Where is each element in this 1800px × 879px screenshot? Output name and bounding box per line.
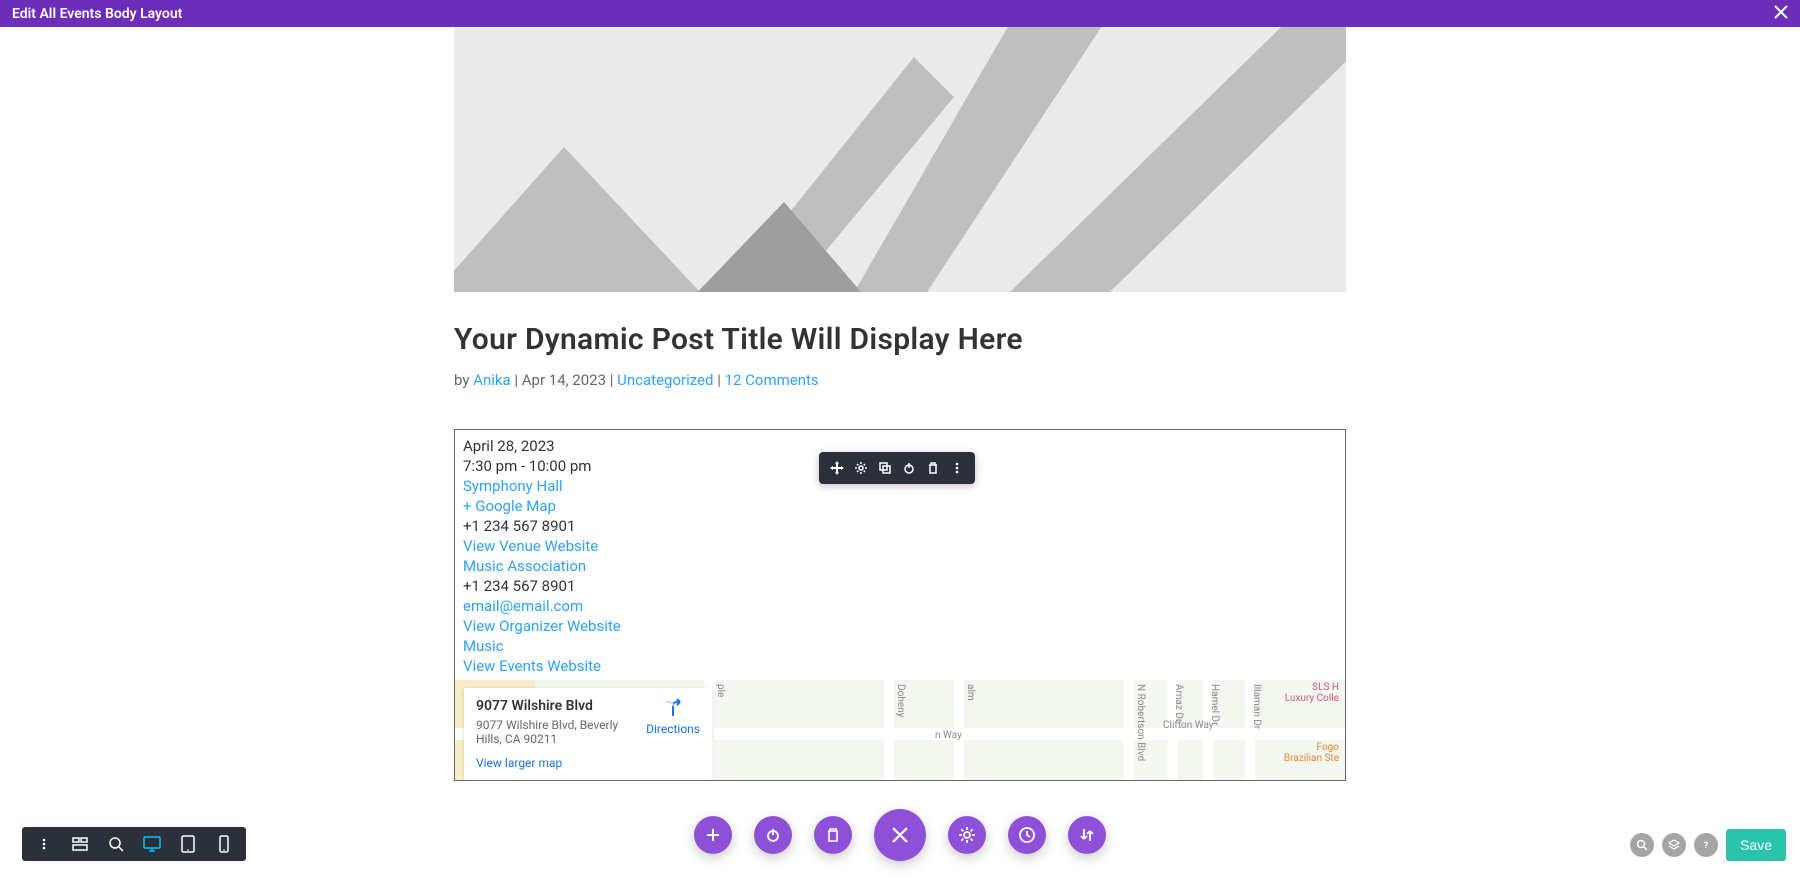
- road-label: Doheny: [895, 684, 906, 717]
- road-label: Illaman Dr: [1251, 684, 1262, 729]
- find-replace-button[interactable]: [1630, 833, 1654, 857]
- venue-phone: +1 234 567 8901: [463, 516, 1337, 536]
- meta-author-link[interactable]: Anika: [473, 371, 510, 389]
- more-vertical-icon: [37, 837, 51, 851]
- portability-button[interactable]: [1068, 816, 1106, 854]
- road-label: Arnaz Dr: [1173, 684, 1184, 722]
- map-view-larger-link[interactable]: View larger map: [476, 756, 700, 770]
- directions-icon: [663, 698, 683, 718]
- map-venue-address: 9077 Wilshire Blvd, Beverly Hills, CA 90…: [476, 718, 636, 746]
- close-button[interactable]: [1774, 3, 1788, 24]
- help-button[interactable]: ?: [1694, 833, 1718, 857]
- organizer-link[interactable]: Music Association: [463, 557, 586, 575]
- duplicate-icon: [878, 461, 892, 475]
- featured-image-placeholder: [454, 27, 1346, 292]
- module-delete-button[interactable]: [921, 456, 945, 480]
- page: Your Dynamic Post Title Will Display Her…: [0, 27, 1800, 879]
- road-label: alm: [965, 684, 976, 701]
- power-icon: [902, 461, 916, 475]
- clear-layout-button[interactable]: [814, 816, 852, 854]
- meta-comments-link[interactable]: 12 Comments: [725, 371, 819, 389]
- topbar-title: Edit All Events Body Layout: [12, 6, 1774, 22]
- organizer-phone: +1 234 567 8901: [463, 576, 1337, 596]
- module-settings-button[interactable]: [849, 456, 873, 480]
- poi-hotel: SLS HLuxury Colle: [1285, 682, 1339, 704]
- module-move-button[interactable]: [825, 456, 849, 480]
- meta-sep-3: |: [713, 371, 724, 389]
- venue-map[interactable]: Doheny alm ple N Robertson Blvd Arnaz Dr…: [455, 680, 1345, 780]
- add-section-button[interactable]: [694, 816, 732, 854]
- meta-sep-2: |: [606, 371, 617, 389]
- map-info-card: 9077 Wilshire Blvd 9077 Wilshire Blvd, B…: [464, 688, 712, 780]
- poi-restaurant: FogoBrazilian Ste: [1284, 742, 1339, 764]
- module-more-button[interactable]: [945, 456, 969, 480]
- layers-icon: [1668, 839, 1680, 851]
- more-vertical-icon: [950, 461, 964, 475]
- venue-website-link[interactable]: View Venue Website: [463, 537, 598, 555]
- import-export-icon: [1078, 826, 1096, 844]
- road-label: ple: [715, 684, 726, 697]
- gear-icon: [854, 461, 868, 475]
- close-icon: [891, 826, 909, 844]
- history-icon: [1018, 826, 1036, 844]
- desktop-view-button[interactable]: [138, 830, 166, 858]
- road-label: Clifton Way: [1163, 720, 1214, 731]
- meta-date: Apr 14, 2023: [522, 371, 606, 389]
- trash-icon: [926, 461, 940, 475]
- event-category-link[interactable]: Music: [463, 637, 504, 655]
- plus-icon: [706, 828, 720, 842]
- organizer-email-link[interactable]: email@email.com: [463, 597, 583, 615]
- search-icon: [1636, 839, 1648, 851]
- google-map-link[interactable]: + Google Map: [463, 497, 556, 515]
- load-layout-button[interactable]: [754, 816, 792, 854]
- tablet-view-button[interactable]: [174, 830, 202, 858]
- bottom-right-toolbar: ? Save: [1630, 829, 1786, 861]
- meta-by-label: by: [454, 371, 473, 389]
- tablet-icon: [181, 835, 195, 853]
- meta-category-link[interactable]: Uncategorized: [617, 371, 713, 389]
- page-settings-button[interactable]: [948, 816, 986, 854]
- event-module[interactable]: April 28, 2023 7:30 pm - 10:00 pm Sympho…: [454, 429, 1346, 781]
- map-directions-button[interactable]: Directions: [646, 698, 700, 737]
- topbar: Edit All Events Body Layout: [0, 0, 1800, 27]
- phone-icon: [219, 835, 229, 853]
- wireframe-icon: [72, 836, 88, 852]
- close-builder-button[interactable]: [874, 809, 926, 861]
- phone-view-button[interactable]: [210, 830, 238, 858]
- search-icon: [108, 836, 124, 852]
- road-label: N Robertson Blvd: [1135, 684, 1146, 761]
- map-directions-label: Directions: [646, 722, 700, 736]
- builder-toolbar: [22, 827, 246, 861]
- history-button[interactable]: [1008, 816, 1046, 854]
- zoom-button[interactable]: [102, 830, 130, 858]
- stage: Your Dynamic Post Title Will Display Her…: [454, 27, 1346, 781]
- help-icon: ?: [1700, 839, 1712, 851]
- post-title: Your Dynamic Post Title Will Display Her…: [454, 322, 1346, 357]
- gear-icon: [958, 826, 976, 844]
- desktop-icon: [143, 835, 161, 853]
- wireframe-view-button[interactable]: [66, 830, 94, 858]
- save-button[interactable]: Save: [1726, 829, 1786, 861]
- organizer-website-link[interactable]: View Organizer Website: [463, 617, 621, 635]
- module-save-button[interactable]: [897, 456, 921, 480]
- venue-link[interactable]: Symphony Hall: [463, 477, 563, 495]
- builder-action-row: [694, 809, 1106, 861]
- post-meta: by Anika | Apr 14, 2023 | Uncategorized …: [454, 371, 1346, 389]
- builder-expand-button[interactable]: [30, 830, 58, 858]
- trash-icon: [825, 827, 841, 843]
- power-icon: [765, 827, 781, 843]
- module-toolbar: [819, 452, 975, 484]
- road-label: n Way: [935, 730, 962, 741]
- layers-button[interactable]: [1662, 833, 1686, 857]
- meta-sep-1: |: [511, 371, 522, 389]
- svg-text:?: ?: [1704, 841, 1709, 851]
- events-website-link[interactable]: View Events Website: [463, 657, 601, 675]
- module-duplicate-button[interactable]: [873, 456, 897, 480]
- move-icon: [830, 461, 844, 475]
- close-icon: [1774, 5, 1788, 19]
